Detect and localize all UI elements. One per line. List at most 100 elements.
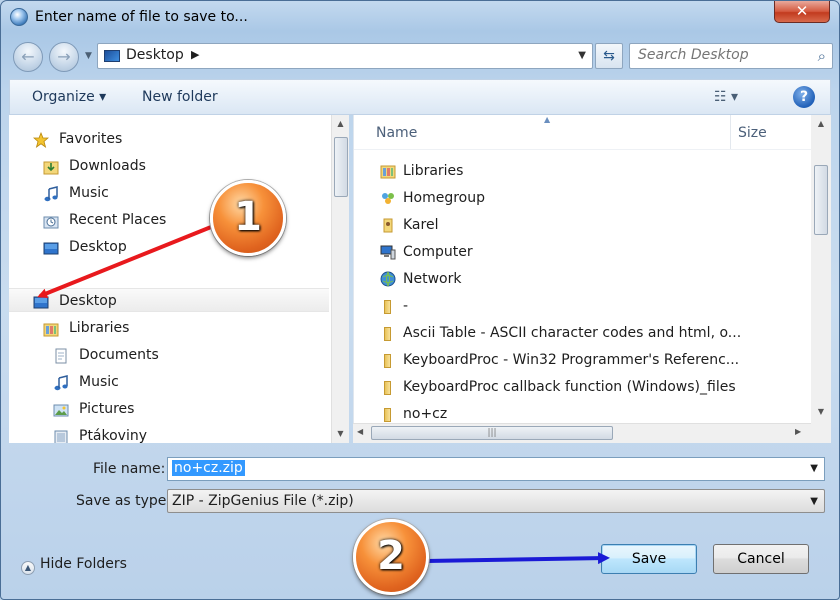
file-row-keyboardproc-ref[interactable]: KeyboardProc - Win32 Programmer's Refere… <box>354 347 811 374</box>
sidebar-item-label: Desktop <box>59 293 117 309</box>
file-list-horizontal-scrollbar[interactable]: ◀ ||| ▶ <box>353 423 811 443</box>
organize-button[interactable]: Organize ▾ <box>32 89 106 105</box>
navigation-pane-scrollbar[interactable]: ▲ ▼ <box>331 115 349 443</box>
step-badge-2: 2 <box>353 519 429 595</box>
folder-icon <box>384 354 391 368</box>
file-name: Libraries <box>403 163 464 179</box>
address-bar[interactable]: Desktop ▶ ▼ <box>97 43 593 69</box>
scrollbar-thumb[interactable]: ||| <box>371 426 613 440</box>
save-as-type-value[interactable]: ZIP - ZipGenius File (*.zip) <box>172 493 354 509</box>
homegroup-icon <box>382 193 394 204</box>
scroll-left-icon[interactable]: ◀ <box>357 427 363 436</box>
folder-icon <box>384 327 391 341</box>
search-input[interactable] <box>638 47 808 63</box>
title-bar: Enter name of file to save to... ✕ <box>1 1 839 35</box>
file-name-label: File name: <box>93 461 166 477</box>
file-row-karel[interactable]: Karel <box>354 212 811 239</box>
help-icon[interactable]: ? <box>793 86 815 108</box>
file-list: ▲ Name Size Libraries Homegroup Karel Co… <box>353 115 811 443</box>
file-row-ascii-table[interactable]: Ascii Table - ASCII character codes and … <box>354 320 811 347</box>
file-name: Karel <box>403 217 439 233</box>
window-title: Enter name of file to save to... <box>35 9 248 25</box>
file-row-computer[interactable]: Computer <box>354 239 811 266</box>
column-header-row: ▲ Name Size <box>354 115 811 150</box>
sidebar-item-label: Music <box>79 374 119 390</box>
file-name: KeyboardProc callback function (Windows)… <box>403 379 736 395</box>
file-name: Homegroup <box>403 190 486 206</box>
scrollbar-thumb[interactable] <box>334 137 348 197</box>
address-dropdown-icon[interactable]: ▼ <box>578 50 586 61</box>
sidebar-item-label: Ptákoviny <box>79 428 148 443</box>
scroll-down-icon[interactable]: ▼ <box>332 425 349 443</box>
address-text[interactable]: Desktop <box>126 47 184 63</box>
file-name-value[interactable]: no+cz.zip <box>172 460 245 476</box>
sidebar-item-label: Downloads <box>69 158 146 174</box>
file-row-libraries[interactable]: Libraries <box>354 158 811 185</box>
file-name: no+cz <box>403 406 448 422</box>
column-header-size[interactable]: Size <box>738 125 767 141</box>
back-button[interactable]: ← <box>13 42 43 72</box>
collapse-arrow-icon: ▲ <box>21 561 35 575</box>
library-icon <box>54 430 68 443</box>
sidebar-item-label: Favorites <box>59 131 123 147</box>
hide-folders-label: Hide Folders <box>40 556 127 572</box>
column-divider[interactable] <box>730 115 731 149</box>
file-row-network[interactable]: Network <box>354 266 811 293</box>
sidebar-item-label: Desktop <box>69 239 127 255</box>
sidebar-item-label: Music <box>69 185 109 201</box>
folder-icon <box>384 408 391 422</box>
column-header-name[interactable]: Name <box>376 125 417 141</box>
step-badge-1: 1 <box>210 180 286 256</box>
save-as-type-select[interactable]: ZIP - ZipGenius File (*.zip) ▼ <box>167 489 825 513</box>
navigation-pane: Favorites Downloads Music Recent Places … <box>9 115 331 443</box>
file-row-homegroup[interactable]: Homegroup <box>354 185 811 212</box>
selected-highlight <box>9 288 329 312</box>
downloads-folder-icon <box>43 161 59 175</box>
search-box[interactable]: ⌕ <box>629 43 833 69</box>
scroll-up-icon[interactable]: ▲ <box>811 115 831 133</box>
close-button[interactable]: ✕ <box>774 1 830 23</box>
file-name: KeyboardProc - Win32 Programmer's Refere… <box>403 352 740 368</box>
breadcrumb-separator[interactable]: ▶ <box>191 48 199 61</box>
cancel-button[interactable]: Cancel <box>713 544 809 574</box>
file-name: - <box>403 298 409 314</box>
command-toolbar: Organize ▾ New folder ☷ ▾ ? <box>9 79 831 115</box>
folder-icon <box>384 381 391 395</box>
folder-icon <box>384 300 391 314</box>
sidebar-item-label: Recent Places <box>69 212 167 228</box>
libraries-icon <box>380 165 396 179</box>
file-name-dropdown-icon[interactable]: ▼ <box>810 463 818 474</box>
network-icon <box>380 271 396 287</box>
recent-locations-dropdown[interactable]: ▼ <box>85 51 95 63</box>
save-button[interactable]: Save <box>601 544 697 574</box>
search-icon[interactable]: ⌕ <box>818 47 826 65</box>
scroll-right-icon[interactable]: ▶ <box>795 427 801 436</box>
documents-icon <box>55 348 67 364</box>
computer-icon <box>380 245 396 260</box>
save-as-type-dropdown-icon[interactable]: ▼ <box>810 496 818 507</box>
desktop-icon <box>104 50 120 62</box>
hide-folders-button[interactable]: ▲ Hide Folders <box>21 556 127 575</box>
file-name: Computer <box>403 244 473 260</box>
scrollbar-thumb[interactable] <box>814 165 828 235</box>
file-list-vertical-scrollbar[interactable]: ▲ ▼ <box>811 115 831 443</box>
forward-button[interactable]: → <box>49 42 79 72</box>
user-folder-icon <box>383 218 393 233</box>
file-name-field[interactable]: no+cz.zip ▼ <box>167 457 825 481</box>
change-view-button[interactable]: ☷ ▾ <box>714 89 738 105</box>
refresh-button[interactable]: ⇆ <box>595 43 623 69</box>
scroll-up-icon[interactable]: ▲ <box>332 115 349 133</box>
star-icon <box>33 132 49 148</box>
file-name: Ascii Table - ASCII character codes and … <box>403 325 742 341</box>
libraries-icon <box>43 323 59 337</box>
file-row-dash[interactable]: - <box>354 293 811 320</box>
pictures-icon <box>53 404 69 417</box>
desktop-icon <box>43 242 59 255</box>
music-icon <box>44 186 58 202</box>
app-icon <box>10 8 28 26</box>
new-folder-button[interactable]: New folder <box>142 89 218 105</box>
scroll-down-icon[interactable]: ▼ <box>811 403 831 421</box>
save-dialog-window: Enter name of file to save to... ✕ ← → ▼… <box>0 0 840 600</box>
file-row-keyboardproc-callback[interactable]: KeyboardProc callback function (Windows)… <box>354 374 811 401</box>
sidebar-item-label: Pictures <box>79 401 135 417</box>
